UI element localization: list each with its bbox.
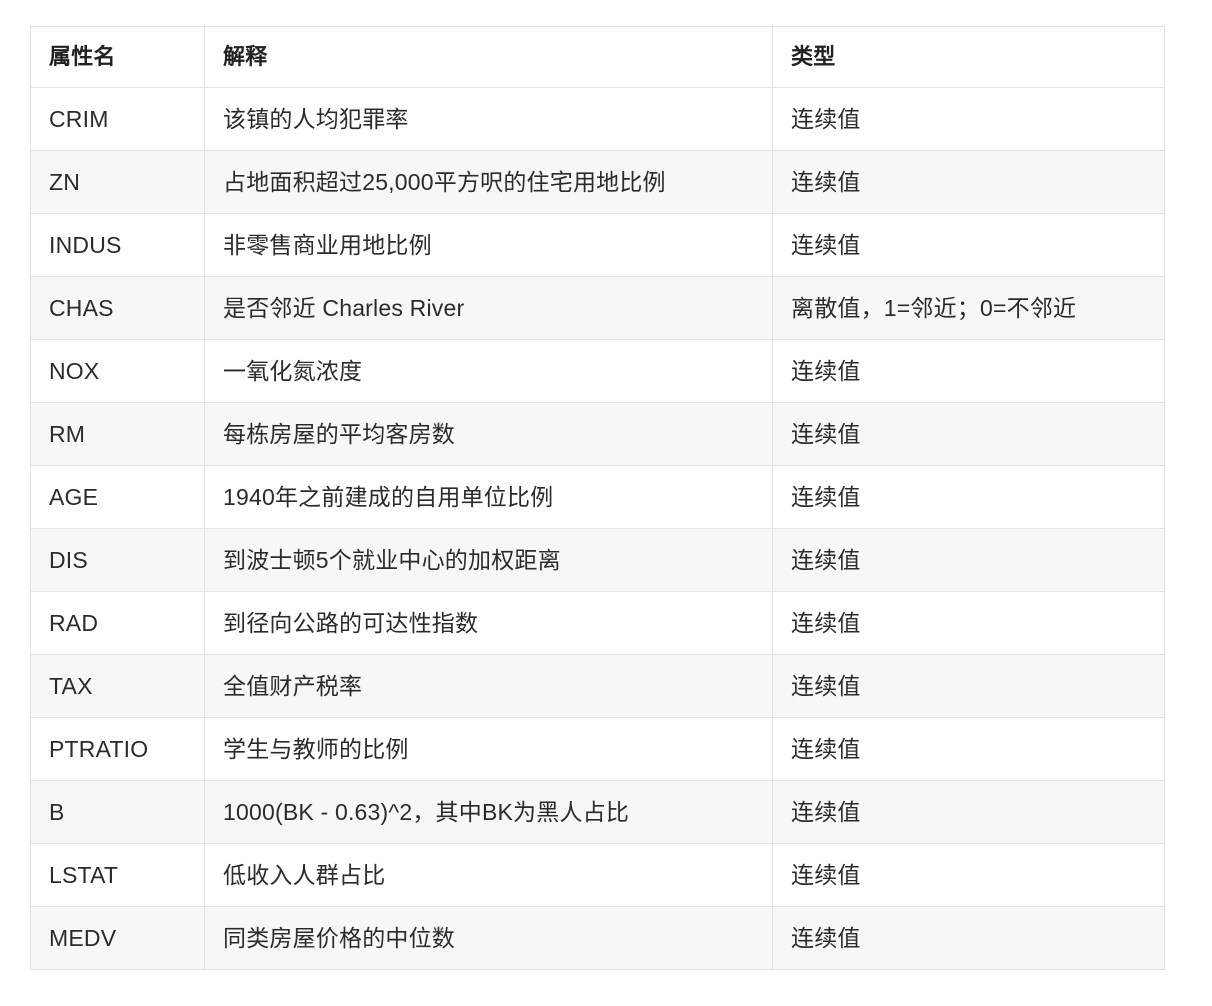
cell-type: 离散值，1=邻近；0=不邻近 [772, 276, 1165, 340]
table-body: CRIM 该镇的人均犯罪率 连续值 ZN 占地面积超过25,000平方呎的住宅用地比例连… [30, 87, 1165, 970]
attribute-table-container: 属性名 解释 类型 CRIM 该镇的人均犯罪率 连续值 ZN 占地面积超过25,000平… [30, 26, 1165, 970]
cell-attribute-name: INDUS [30, 213, 205, 277]
column-header-type: 类型 [772, 26, 1165, 88]
cell-explanation: 一氧化氮浓度 [204, 339, 773, 403]
page-root: 属性名 解释 类型 CRIM 该镇的人均犯罪率 连续值 ZN 占地面积超过25,000平… [0, 0, 1212, 1006]
table-row: RM 每栋房屋的平均客房数 连续值 [30, 402, 1165, 466]
table-row: TAX 全值财产税率 连续值 [30, 654, 1165, 718]
attribute-description-table: 属性名 解释 类型 CRIM 该镇的人均犯罪率 连续值 ZN 占地面积超过25,000平… [30, 26, 1165, 970]
cell-attribute-name: CHAS [30, 276, 205, 340]
cell-type: 连续值 [772, 339, 1165, 403]
cell-attribute-name: PTRATIO [30, 717, 205, 781]
table-row: CHAS 是否邻近 Charles River 离散值，1=邻近；0=不邻近 [30, 276, 1165, 340]
table-header: 属性名 解释 类型 [30, 26, 1165, 88]
table-row: B 1000(BK - 0.63)^2，其中BK为黑人占比 连续值 [30, 780, 1165, 844]
cell-explanation: 非零售商业用地比例 [204, 213, 773, 277]
cell-attribute-name: TAX [30, 654, 205, 718]
cell-attribute-name: ZN [30, 150, 205, 214]
cell-attribute-name: DIS [30, 528, 205, 592]
cell-attribute-name: LSTAT [30, 843, 205, 907]
cell-type: 连续值 [772, 150, 1165, 214]
cell-type: 连续值 [772, 87, 1165, 151]
cell-type: 连续值 [772, 402, 1165, 466]
cell-explanation: 到波士顿5个就业中心的加权距离 [204, 528, 773, 592]
cell-type: 连续值 [772, 843, 1165, 907]
cell-attribute-name: RAD [30, 591, 205, 655]
table-row: INDUS 非零售商业用地比例 连续值 [30, 213, 1165, 277]
column-header-attribute-name: 属性名 [30, 26, 205, 88]
cell-explanation: 到径向公路的可达性指数 [204, 591, 773, 655]
cell-type: 连续值 [772, 591, 1165, 655]
cell-type: 连续值 [772, 528, 1165, 592]
cell-explanation: 占地面积超过25,000平方呎的住宅用地比例 [204, 150, 773, 214]
cell-type: 连续值 [772, 654, 1165, 718]
cell-explanation: 全值财产税率 [204, 654, 773, 718]
table-header-row: 属性名 解释 类型 [30, 26, 1165, 88]
cell-type: 连续值 [772, 717, 1165, 781]
cell-type: 连续值 [772, 906, 1165, 970]
cell-attribute-name: B [30, 780, 205, 844]
cell-explanation: 1940年之前建成的自用单位比例 [204, 465, 773, 529]
cell-explanation: 该镇的人均犯罪率 [204, 87, 773, 151]
cell-explanation: 低收入人群占比 [204, 843, 773, 907]
cell-type: 连续值 [772, 465, 1165, 529]
table-row: NOX 一氧化氮浓度 连续值 [30, 339, 1165, 403]
cell-attribute-name: CRIM [30, 87, 205, 151]
cell-explanation: 学生与教师的比例 [204, 717, 773, 781]
cell-attribute-name: RM [30, 402, 205, 466]
cell-attribute-name: NOX [30, 339, 205, 403]
column-header-explanation: 解释 [204, 26, 773, 88]
cell-explanation: 同类房屋价格的中位数 [204, 906, 773, 970]
cell-attribute-name: AGE [30, 465, 205, 529]
table-row: ZN 占地面积超过25,000平方呎的住宅用地比例 连续值 [30, 150, 1165, 214]
cell-explanation: 是否邻近 Charles River [204, 276, 773, 340]
cell-type: 连续值 [772, 780, 1165, 844]
table-row: PTRATIO 学生与教师的比例 连续值 [30, 717, 1165, 781]
cell-attribute-name: MEDV [30, 906, 205, 970]
cell-explanation: 1000(BK - 0.63)^2，其中BK为黑人占比 [204, 780, 773, 844]
table-row: DIS 到波士顿5个就业中心的加权距离 连续值 [30, 528, 1165, 592]
table-row: AGE 1940年之前建成的自用单位比例 连续值 [30, 465, 1165, 529]
table-row: MEDV 同类房屋价格的中位数 连续值 [30, 906, 1165, 970]
cell-explanation: 每栋房屋的平均客房数 [204, 402, 773, 466]
table-row: RAD 到径向公路的可达性指数 连续值 [30, 591, 1165, 655]
table-row: LSTAT 低收入人群占比 连续值 [30, 843, 1165, 907]
cell-type: 连续值 [772, 213, 1165, 277]
table-row: CRIM 该镇的人均犯罪率 连续值 [30, 87, 1165, 151]
